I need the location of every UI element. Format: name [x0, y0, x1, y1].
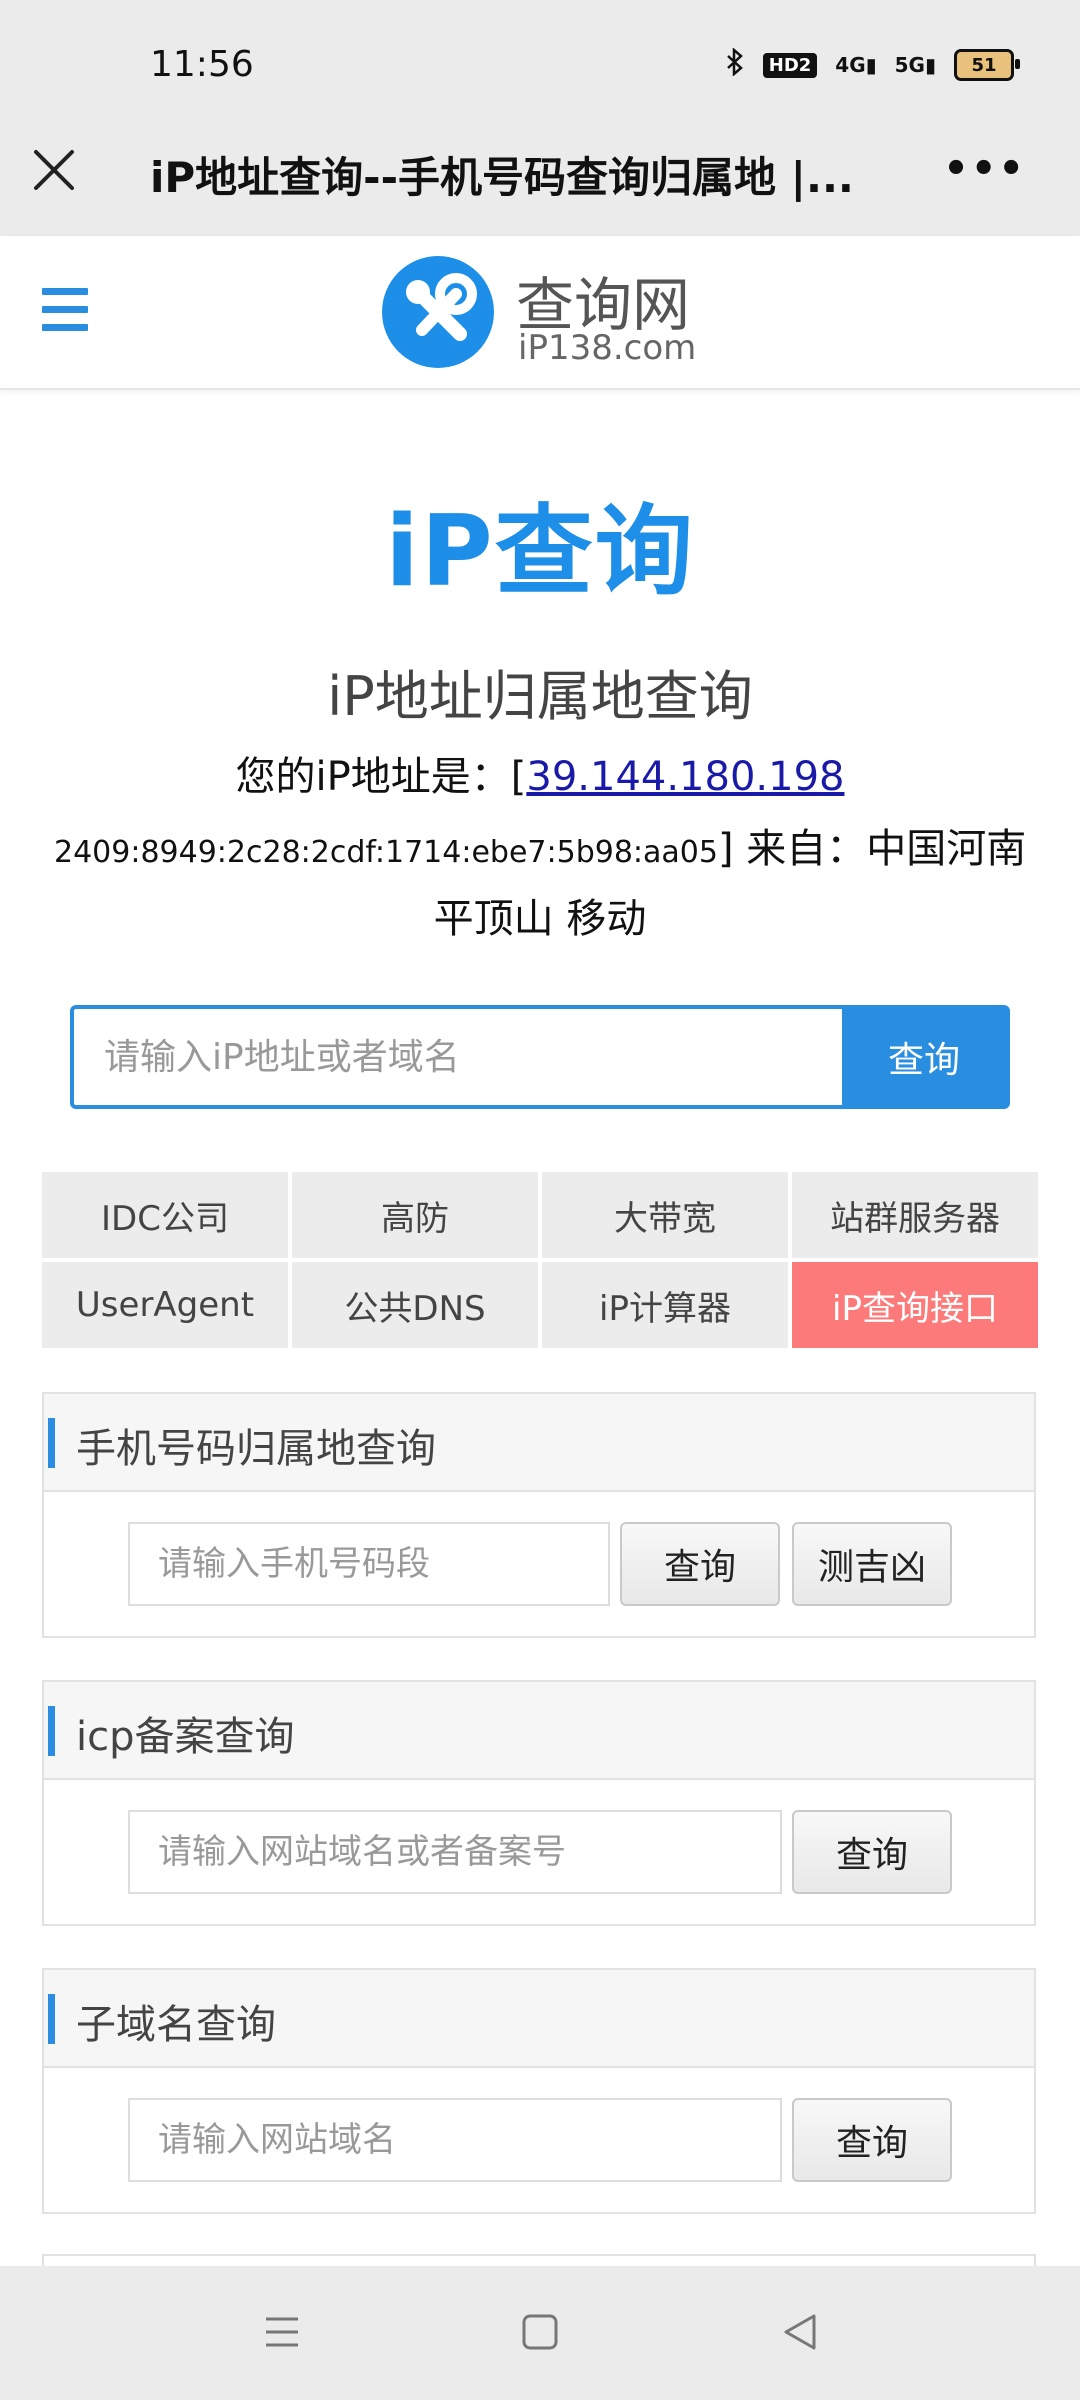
subdomain-query-button[interactable]: 查询: [792, 2098, 952, 2182]
panel-title: 手机号码归属地查询: [76, 1426, 436, 1472]
status-time: 11:56: [150, 44, 254, 85]
panel-title: icp备案查询: [76, 1714, 295, 1760]
phone-input[interactable]: [128, 1522, 610, 1606]
panel-title: 子域名查询: [76, 2002, 276, 2048]
ip-info-line: 您的iP地址是：[39.144.180.198: [0, 744, 1080, 802]
ip-search-input[interactable]: [74, 1009, 844, 1105]
link-ip-api[interactable]: iP查询接口: [792, 1262, 1038, 1348]
hero-title: iP查询: [385, 495, 695, 609]
logo-icon[interactable]: [382, 256, 494, 368]
ip-info-line2: 2409:8949:2c28:2cdf:1714:ebe7:5b98:aa05]…: [54, 816, 1054, 874]
icp-query-button[interactable]: 查询: [792, 1810, 952, 1894]
link-ip-calculator[interactable]: iP计算器: [542, 1262, 788, 1348]
panel-header: 子域名查询: [44, 1970, 1034, 2068]
ip-location: 平顶山 移动: [433, 896, 647, 942]
ip-v4-link[interactable]: 39.144.180.198: [526, 754, 844, 800]
link-idc[interactable]: IDC公司: [42, 1172, 288, 1258]
page-title: iP地址查询--手机号码查询归属地 |...: [150, 153, 854, 202]
close-icon[interactable]: [30, 146, 78, 194]
recent-apps-icon[interactable]: [260, 2310, 304, 2354]
panel-header: icp备案查询: [44, 1682, 1034, 1780]
phone-query-panel: 手机号码归属地查询 查询 测吉凶: [42, 1392, 1036, 1638]
menu-icon[interactable]: [42, 288, 88, 334]
link-ddos[interactable]: 高防: [292, 1172, 538, 1258]
link-useragent[interactable]: UserAgent: [42, 1262, 288, 1348]
subdomain-query-panel: 子域名查询 查询: [42, 1968, 1036, 2214]
signal-4g-icon: 4G▮: [835, 53, 877, 77]
panel-header: 手机号码归属地查询: [44, 1394, 1034, 1492]
quick-links-grid: IDC公司 高防 大带宽 站群服务器 UserAgent 公共DNS iP计算器…: [42, 1172, 1038, 1348]
system-nav-bar: [0, 2266, 1080, 2400]
phone-fortune-button[interactable]: 测吉凶: [792, 1522, 952, 1606]
main-search-box: 查询: [70, 1005, 1010, 1109]
hd-voice-icon: HD2: [762, 52, 818, 78]
link-public-dns[interactable]: 公共DNS: [292, 1262, 538, 1348]
ip-prefix: 您的iP地址是：[: [235, 754, 527, 800]
link-bandwidth[interactable]: 大带宽: [542, 1172, 788, 1258]
icp-input[interactable]: [128, 1810, 782, 1894]
site-header: 查询网 iP138.com: [0, 236, 1080, 390]
link-site-cluster[interactable]: 站群服务器: [792, 1172, 1038, 1258]
browser-titlebar: iP地址查询--手机号码查询归属地 |... •••: [0, 100, 1080, 236]
ip-v6: 2409:8949:2c28:2cdf:1714:ebe7:5b98:aa05: [54, 835, 718, 870]
logo-domain[interactable]: iP138.com: [518, 328, 696, 368]
sub-title: iP地址归属地查询: [327, 665, 753, 728]
subdomain-input[interactable]: [128, 2098, 782, 2182]
more-options-icon[interactable]: •••: [943, 149, 1026, 189]
status-icons: HD2 4G▮ 5G▮ 51: [725, 47, 1020, 82]
battery-icon: 51: [954, 49, 1020, 81]
home-icon[interactable]: [518, 2310, 562, 2354]
signal-5g-icon: 5G▮: [894, 53, 936, 77]
icp-query-panel: icp备案查询 查询: [42, 1680, 1036, 1926]
back-icon[interactable]: [778, 2310, 822, 2354]
bluetooth-icon: [725, 47, 745, 82]
ip-search-button[interactable]: 查询: [842, 1009, 1006, 1105]
phone-query-button[interactable]: 查询: [620, 1522, 780, 1606]
ip-from: ] 来自：中国河南: [717, 826, 1027, 872]
